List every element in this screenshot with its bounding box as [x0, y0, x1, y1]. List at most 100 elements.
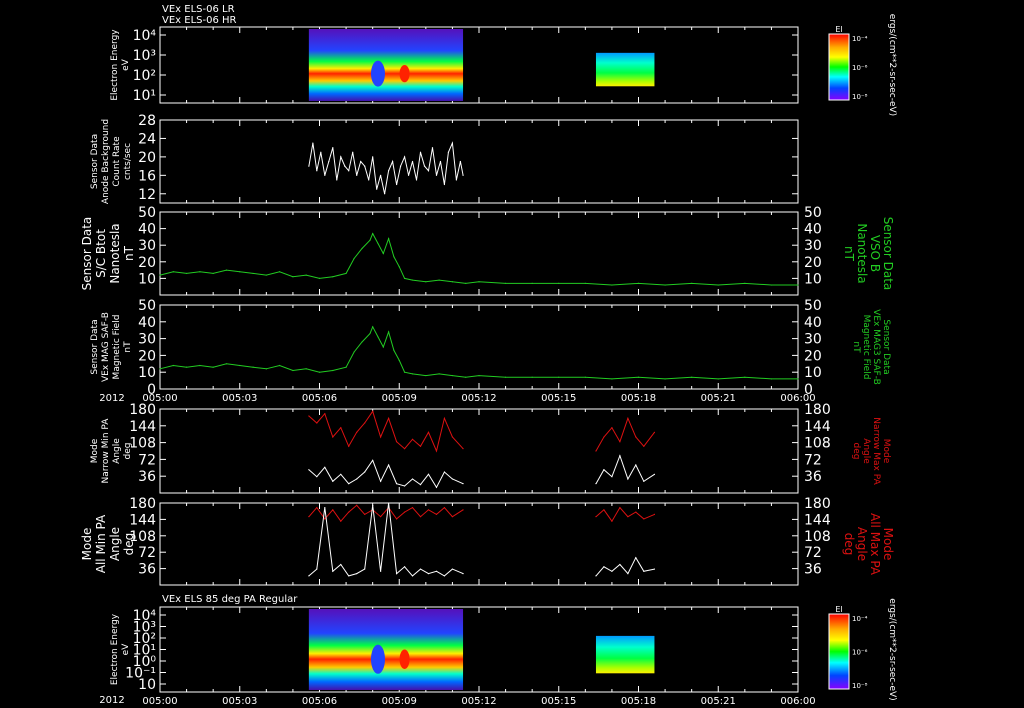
data-point [388, 170, 390, 172]
data-point [395, 573, 398, 575]
y-axis-label-line: Electron Energy [110, 29, 120, 101]
data-point [380, 480, 382, 482]
y-axis-label-line: nT [122, 245, 136, 261]
series-line [308, 502, 464, 577]
data-point [595, 516, 597, 518]
y-axis-label-line: cnts/sec [123, 143, 133, 180]
data-point [411, 575, 414, 577]
data-point [462, 573, 464, 575]
data-point [415, 179, 418, 181]
data-point [595, 450, 597, 452]
data-point [345, 272, 347, 275]
data-point [336, 179, 338, 181]
data-point [595, 483, 597, 485]
data-point [717, 284, 719, 286]
data-point [344, 165, 346, 167]
data-point [611, 284, 613, 286]
right-axis-label-line: Nanotesla [855, 223, 869, 283]
data-point [637, 376, 640, 378]
right-axis-label-line: VEx MAG3 SAF-B [871, 309, 881, 385]
data-point [395, 183, 398, 186]
spectrogram-block [308, 609, 464, 690]
data-point [225, 269, 228, 271]
right-axis-label-line: nT [851, 341, 861, 353]
data-point [451, 568, 454, 570]
data-point [419, 484, 422, 486]
data-point [603, 436, 605, 438]
data-point [435, 486, 438, 488]
data-point [427, 473, 430, 475]
data-point [403, 448, 406, 450]
y-tick-label-right: 30 [804, 238, 822, 254]
data-point [438, 373, 440, 375]
data-point [439, 160, 442, 163]
data-point [627, 478, 629, 480]
data-point [427, 509, 430, 511]
data-point [353, 257, 355, 260]
data-point [395, 518, 398, 520]
data-point [653, 513, 656, 515]
data-point [361, 341, 363, 343]
data-point [611, 476, 613, 478]
panel-5: 180 180144 144108 10872 7236 36Mode Narrow Min… [90, 402, 891, 494]
data-point [664, 284, 666, 286]
data-point [637, 282, 640, 284]
data-point [185, 366, 188, 368]
right-axis-label-line: All Max PA [868, 513, 882, 576]
x-tick-label: 005:03 [222, 393, 257, 404]
data-point [388, 464, 390, 466]
y-axis-label-line: Mode [90, 438, 100, 463]
data-point [653, 473, 656, 475]
data-point [305, 274, 307, 276]
data-point [356, 504, 358, 506]
data-point [356, 174, 358, 176]
y-tick-label: 20 [138, 150, 156, 166]
panel-frame [159, 408, 799, 494]
data-point [419, 151, 422, 153]
y-tick-label-right: 0 [804, 382, 813, 398]
colorbar-tick-label: 10⁻⁶ [852, 649, 868, 657]
y-axis-label-line: Angle [112, 438, 122, 464]
data-point [717, 378, 719, 380]
data-point [368, 179, 370, 181]
colorbar-tick-label: 10⁻⁴ [852, 35, 868, 43]
right-axis-label-line: VSO B [868, 235, 882, 272]
panel-frame [159, 304, 799, 390]
spectrogram-block [595, 635, 655, 674]
y-tick-label-right: 10 [804, 365, 822, 381]
data-point [603, 509, 605, 511]
data-point [364, 568, 366, 570]
data-point [627, 573, 629, 575]
y-tick-label: 108 [129, 436, 156, 452]
data-point [348, 483, 350, 485]
y-tick-label-right: 72 [804, 545, 822, 561]
data-point [797, 284, 799, 286]
data-point [419, 516, 422, 518]
right-axis-label-line: Angle [861, 438, 871, 464]
data-point [425, 281, 427, 283]
data-point [352, 151, 354, 153]
data-point [328, 160, 330, 163]
data-point [462, 509, 464, 511]
x-tick-label: 005:06 [302, 696, 337, 707]
data-point [465, 282, 467, 284]
data-point [320, 151, 322, 153]
y-tick-label: 16 [138, 168, 156, 184]
data-point [308, 575, 310, 577]
panel-frame [159, 26, 799, 104]
y-tick-label: 144 [129, 419, 156, 435]
data-point [356, 573, 358, 575]
data-point [478, 374, 480, 377]
y-axis-label-line: S/C Btot [94, 229, 108, 278]
data-point [451, 478, 454, 480]
y-tick-label: 40 [138, 315, 156, 331]
data-point [398, 266, 400, 268]
y-axis-label-line: Sensor Data [80, 217, 94, 291]
y-axis-label-line: All Min PA [94, 514, 108, 573]
data-point [643, 518, 645, 520]
data-point [744, 376, 746, 378]
y-axis-label-line: Narrow Min PA [101, 418, 111, 484]
data-point [380, 436, 382, 438]
data-point [407, 174, 410, 176]
data-point [372, 232, 374, 235]
